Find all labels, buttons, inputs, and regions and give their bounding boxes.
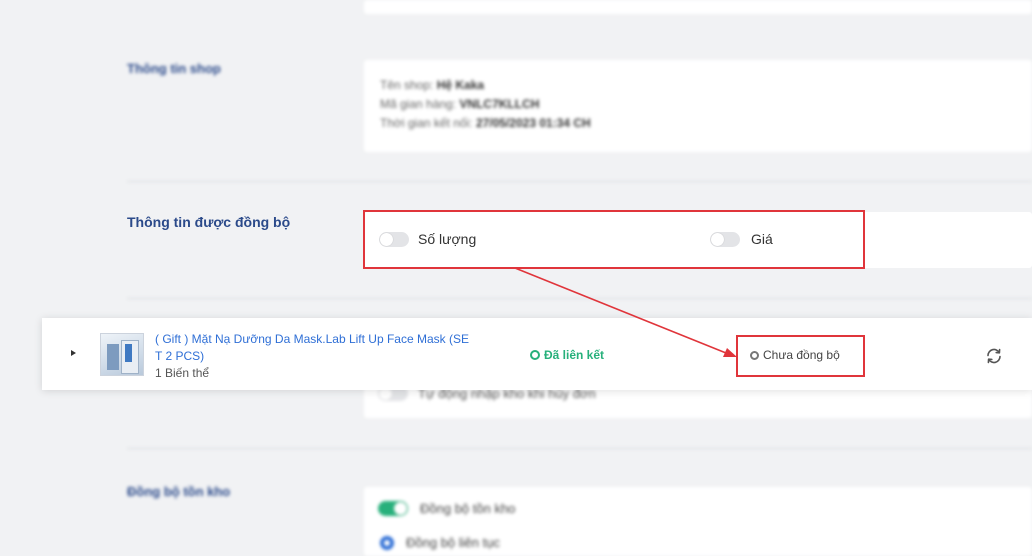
settings-background: Thông tin shop Tên shop: Hệ Kaka Mã gian…: [0, 0, 1032, 556]
shop-info-label: Thông tin shop: [127, 61, 221, 76]
product-title[interactable]: ( Gift ) Mặt Nạ Dưỡng Da Mask.Lab Lift U…: [155, 331, 505, 365]
stock-sync-toggle-label: Đồng bộ tồn kho: [420, 501, 516, 516]
product-row: ( Gift ) Mặt Nạ Dưỡng Da Mask.Lab Lift U…: [42, 318, 1032, 390]
shop-name-label: Tên shop:: [380, 78, 434, 92]
variant-count: 1 Biến thể: [155, 366, 210, 380]
link-status: Đã liên kết: [530, 348, 604, 362]
highlight-box-sync-fields: [363, 210, 865, 269]
product-title-line: T 2 PCS): [155, 349, 205, 363]
divider-2: [127, 298, 1032, 299]
product-box-shape: [107, 344, 119, 370]
divider-3: [127, 448, 1032, 449]
product-title-line: ( Gift ) Mặt Nạ Dưỡng Da Mask.Lab Lift U…: [155, 332, 469, 346]
continuous-sync-radio[interactable]: [380, 536, 394, 550]
connect-time-value: 27/05/2023 01:34 CH: [475, 116, 591, 130]
shop-code-value: VNLC7KLLCH: [459, 97, 540, 111]
stock-sync-card: Đồng bộ tồn kho Đồng bộ liên tục: [364, 487, 1032, 556]
refresh-sync-icon[interactable]: [985, 347, 1003, 365]
highlight-box-sync-status: [736, 335, 865, 377]
sync-info-label: Thông tin được đồng bộ: [127, 214, 291, 230]
shop-info-card: Tên shop: Hệ Kaka Mã gian hàng: VNLC7KLL…: [364, 60, 1032, 152]
product-box-shape: [125, 344, 132, 362]
stock-sync-label: Đồng bộ tồn kho: [127, 484, 231, 499]
divider-1: [127, 181, 1032, 182]
stock-sync-toggle[interactable]: [378, 501, 408, 516]
link-status-dot-icon: [530, 350, 540, 360]
connect-time-label: Thời gian kết nối:: [380, 116, 473, 130]
link-status-text: Đã liên kết: [544, 348, 605, 362]
shop-name-value: Hệ Kaka: [436, 78, 485, 92]
top-card: [364, 0, 1032, 14]
continuous-sync-label: Đồng bộ liên tục: [406, 535, 500, 550]
shop-code-label: Mã gian hàng:: [380, 97, 457, 111]
expand-caret-icon[interactable]: [71, 350, 76, 356]
product-thumbnail: [100, 333, 144, 376]
